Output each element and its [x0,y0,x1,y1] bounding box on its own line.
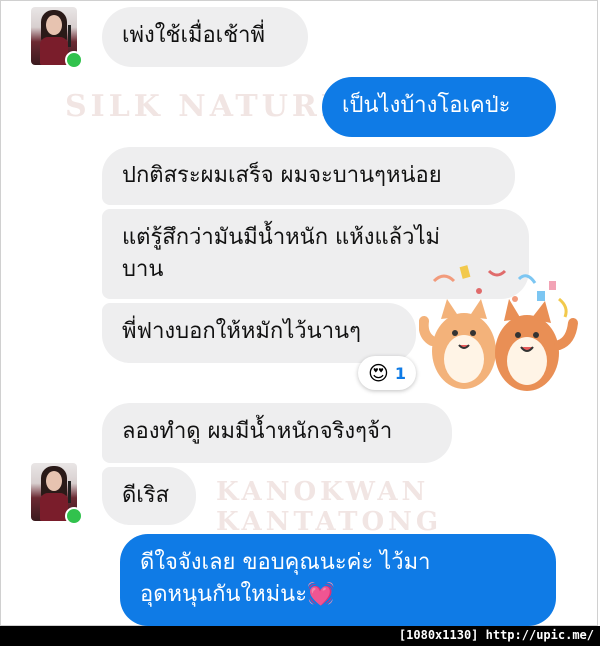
message-bubble-incoming[interactable]: ปกติสระผมเสร็จ ผมจะบานๆหน่อย [102,147,515,205]
message-text: ดีเริส [122,483,170,508]
contact-avatar[interactable] [31,463,83,525]
message-bubble-outgoing[interactable]: ดีใจจังเลย ขอบคุณนะค่ะ ไว้มา อุดหนุนกันใ… [120,534,556,626]
watermark-silk-nature: SILK NATURE [65,89,348,124]
message-text-line1: ดีใจจังเลย ขอบคุณนะค่ะ ไว้มา [140,550,431,575]
message-text: เพ่งใช้เมื่อเช้าพี่ [122,23,265,48]
message-text: พี่ฟางบอกให้หมักไว้นานๆ [122,319,361,344]
online-status-dot [65,507,83,525]
chat-screenshot: SILK NATURE KANOKWAN KANTATONG เพ่งใช้เม… [0,0,598,626]
avatar-face [46,471,62,491]
message-text: ลองทำดู ผมมีน้ำหนักจริงๆจ้า [122,419,393,444]
message-bubble-incoming[interactable]: ดีเริส [102,467,196,525]
image-credit[interactable]: [1080x1130] http://upic.me/ [399,628,594,642]
message-text-line2: อุดหนุนกันใหม่นะ💓 [140,582,335,607]
message-reaction[interactable]: 😍 1 [358,356,416,390]
message-text-line1: แต่รู้สึกว่ามันมีน้ำหนัก แห้งแล้วไม่ [122,225,441,250]
message-bubble-outgoing[interactable]: เป็นไงบ้างโอเคป่ะ [322,77,556,137]
avatar-body [40,37,68,65]
two-cats-celebrating-sticker-icon [419,265,578,391]
message-bubble-incoming[interactable]: พี่ฟางบอกให้หมักไว้นานๆ [102,303,416,363]
message-bubble-incoming[interactable]: ลองทำดู ผมมีน้ำหนักจริงๆจ้า [102,403,452,463]
message-text: เป็นไงบ้างโอเคป่ะ [342,93,511,118]
avatar-face [46,15,62,35]
heart-eyes-emoji-icon: 😍 [368,361,389,385]
reaction-count: 1 [394,363,406,383]
online-status-dot [65,51,83,69]
message-text: ปกติสระผมเสร็จ ผมจะบานๆหน่อย [122,163,442,188]
contact-avatar[interactable] [31,7,83,69]
avatar-body [40,493,68,521]
message-bubble-incoming[interactable]: เพ่งใช้เมื่อเช้าพี่ [102,7,308,67]
watermark-kanokwan: KANOKWAN KANTATONG [216,477,443,537]
image-footer-bar: [1080x1130] http://upic.me/ [0,626,600,646]
avatar-accent [68,481,71,503]
avatar-accent [68,25,71,47]
